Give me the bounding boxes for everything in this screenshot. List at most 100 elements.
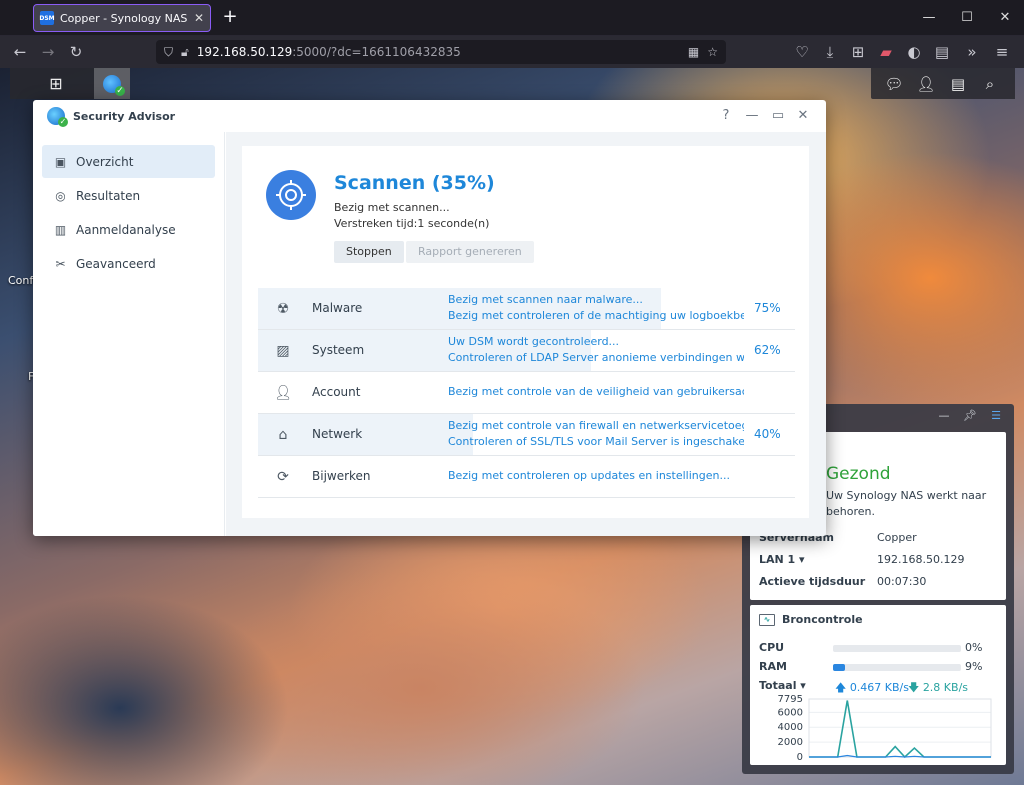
chat-bubble-icon[interactable]: 💬︎	[882, 72, 906, 96]
sidebar-item-geavanceerd[interactable]: ✂ Geavanceerd	[42, 247, 215, 280]
category-status-line: Bezig met controleren op updates en inst…	[448, 469, 730, 482]
category-row-bijwerken[interactable]: ⟳ Bijwerken Bezig met controleren op updat…	[258, 456, 795, 498]
search-icon[interactable]: ⌕	[978, 72, 1002, 96]
browser-tab[interactable]: DSM Copper - Synology NAS ✕	[33, 4, 211, 32]
window-maximize-icon[interactable]: ☐	[948, 0, 986, 36]
resource-monitor-widget: ∿ Broncontrole CPU 0% RAM 9% Totaal ▾ 🡅︎…	[750, 605, 1006, 765]
color-extension-icon[interactable]: ▰	[876, 42, 896, 62]
category-list: ☢ Malware Bezig met scannen naar malware..…	[258, 288, 795, 498]
minimize-window-icon[interactable]: —	[742, 106, 762, 126]
category-status-line: Controleren of SSL/TLS voor Mail Server …	[448, 435, 744, 448]
lock-warning-icon[interactable]: 🔓︎	[181, 45, 189, 60]
category-row-systeem[interactable]: ▨ Systeem Uw DSM wordt gecontroleerd... Con…	[258, 330, 795, 372]
resource-widget-header: ∿ Broncontrole	[759, 613, 863, 626]
main-content: Scannen (35%) Bezig met scannen... Verst…	[226, 132, 826, 536]
bookmark-star-icon[interactable]: ☆	[707, 45, 718, 59]
sidebar-item-aanmeldanalyse[interactable]: ▥ Aanmeldanalyse	[42, 213, 215, 246]
download-icon[interactable]: ⤓	[820, 42, 840, 62]
url-path: :5000/?dc=1661106432835	[292, 45, 461, 59]
widget-settings-icon[interactable]: ☰	[988, 408, 1004, 424]
pocket-icon[interactable]: ♡	[792, 42, 812, 62]
radiation-icon: ☢	[276, 301, 290, 317]
new-tab-button[interactable]: +	[220, 7, 240, 27]
window-close-icon[interactable]: ✕	[986, 0, 1024, 36]
ram-bar	[833, 664, 961, 671]
dsm-favicon-icon: DSM	[39, 11, 55, 25]
scan-subtitle: Bezig met scannen...	[334, 201, 450, 214]
category-label: Malware	[312, 301, 363, 315]
forward-arrow-icon[interactable]: →	[38, 42, 58, 62]
widgets-icon[interactable]: ▤	[946, 72, 970, 96]
category-percent: 40%	[754, 427, 781, 441]
total-dropdown[interactable]: Totaal ▾	[759, 679, 806, 692]
category-row-netwerk[interactable]: ⌂ Netwerk Bezig met controle van firewall …	[258, 414, 795, 456]
menu-icon[interactable]: ≡	[992, 42, 1012, 62]
category-row-account[interactable]: 👤︎ Account Bezig met controle van de veili…	[258, 372, 795, 414]
maximize-window-icon[interactable]: ▭	[768, 106, 788, 126]
stop-button[interactable]: Stoppen	[334, 241, 404, 263]
close-window-icon[interactable]: ✕	[793, 106, 813, 126]
category-status-line: Bezig met controle van firewall en netwe…	[448, 419, 744, 432]
overflow-chevron-icon[interactable]: »	[962, 42, 982, 62]
network-chart: 7795 6000 4000 2000 0	[778, 695, 992, 761]
lan-dropdown[interactable]: LAN 1 ▾	[759, 553, 805, 566]
sidebar-item-label: Geavanceerd	[76, 256, 156, 271]
tab-close-icon[interactable]: ✕	[194, 11, 204, 25]
dsm-top-tools: 💬︎ 👤︎ ▤ ⌕	[871, 68, 1015, 99]
generate-report-button[interactable]: Rapport genereren	[406, 241, 534, 263]
user-icon[interactable]: 👤︎	[914, 72, 938, 96]
main-menu-grid-icon[interactable]: ⊞	[38, 68, 74, 99]
cpu-value: 0%	[965, 641, 983, 654]
sidebar-item-label: Resultaten	[76, 188, 141, 203]
health-status: Gezond	[826, 464, 891, 484]
window-minimize-icon[interactable]: —	[910, 0, 948, 36]
browser-tabbar: DSM Copper - Synology NAS ✕ + — ☐ ✕	[0, 0, 1024, 36]
reader-extension-icon[interactable]: ▤	[932, 42, 952, 62]
lan-ip-value: 192.168.50.129	[877, 553, 965, 566]
url-host: 192.168.50.129	[196, 45, 293, 59]
system-icon: ▨	[276, 343, 290, 359]
category-label: Bijwerken	[312, 469, 371, 483]
browser-navbar: ← → ↻ ⛉ 🔓︎ 192.168.50.129:5000/?dc=16611…	[0, 36, 1024, 68]
minimize-icon[interactable]: —	[936, 408, 952, 424]
window-title: Security Advisor	[73, 109, 176, 123]
category-percent: 62%	[754, 343, 781, 357]
address-bar[interactable]: ⛉ 🔓︎ 192.168.50.129:5000/?dc=16611064328…	[156, 40, 726, 64]
ram-value: 9%	[965, 660, 983, 673]
tab-title: Copper - Synology NAS	[60, 11, 188, 25]
scan-elapsed-time: Verstreken tijd:1 seconde(n)	[334, 217, 490, 230]
reload-icon[interactable]: ↻	[66, 42, 86, 62]
results-icon: ◎	[55, 188, 66, 203]
window-titlebar: Security Advisor	[33, 100, 826, 132]
sidebar-item-overzicht[interactable]: ▣ Overzicht	[42, 145, 215, 178]
refresh-icon: ⟳	[277, 469, 289, 485]
category-status-line: Bezig met controleren of de machtiging u…	[448, 309, 744, 322]
sidebar-item-resultaten[interactable]: ◎ Resultaten	[42, 179, 215, 212]
extensions-icon[interactable]: ⊞	[848, 42, 868, 62]
download-rate-value: 2.8 KB/s	[922, 681, 968, 694]
taskbar-security-advisor[interactable]	[94, 68, 130, 99]
uptime-value: 00:07:30	[877, 575, 927, 588]
security-advisor-window: Security Advisor ? — ▭ ✕ ▣ Overzicht ◎ R…	[33, 100, 826, 536]
category-label: Account	[312, 385, 361, 399]
vpn-extension-icon[interactable]: ◐	[904, 42, 924, 62]
qr-code-icon[interactable]: ▦	[688, 45, 699, 59]
shield-icon[interactable]: ⛉	[164, 45, 173, 60]
help-icon[interactable]: ?	[716, 106, 736, 126]
y-tick-label: 6000	[778, 707, 803, 718]
category-row-malware[interactable]: ☢ Malware Bezig met scannen naar malware..…	[258, 288, 795, 330]
y-tick-label: 4000	[778, 722, 803, 733]
scan-title: Scannen (35%)	[334, 172, 495, 194]
y-tick-label: 0	[797, 752, 803, 761]
pin-icon[interactable]: 📌︎	[962, 408, 978, 424]
user-icon: 👤︎	[274, 385, 292, 401]
tools-icon: ✂	[55, 256, 66, 271]
security-advisor-app-icon	[47, 107, 68, 127]
sidebar: ▣ Overzicht ◎ Resultaten ▥ Aanmeldanalys…	[33, 132, 225, 536]
download-series-line	[809, 700, 991, 759]
y-tick-label: 2000	[778, 737, 803, 748]
back-arrow-icon[interactable]: ←	[10, 42, 30, 62]
download-arrow-icon: 🡇︎	[908, 681, 920, 694]
monitor-icon: ∿	[759, 613, 775, 626]
category-status-line: Bezig met controle van de veiligheid van…	[448, 385, 744, 398]
